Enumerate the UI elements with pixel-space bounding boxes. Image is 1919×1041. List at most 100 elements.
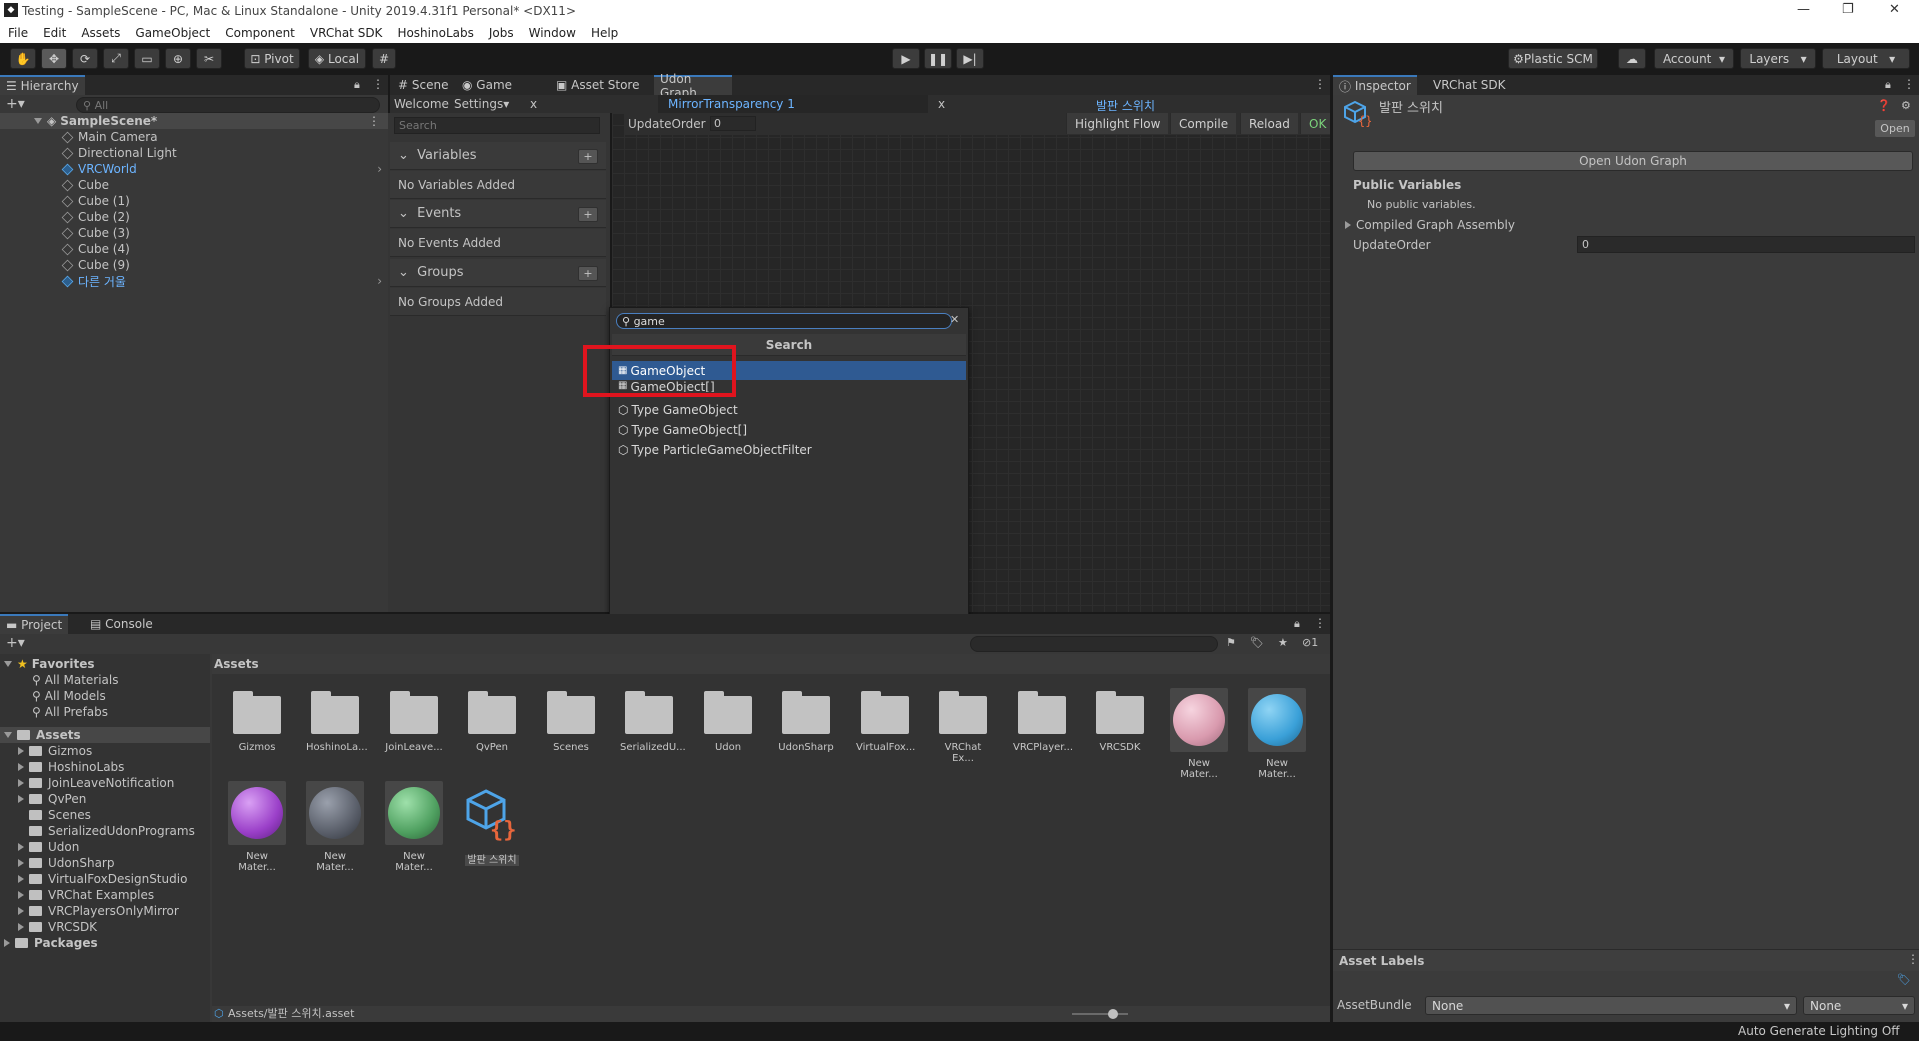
more-menu-icon[interactable]: ⋮ <box>1314 77 1326 91</box>
move-tool-icon[interactable]: ✥ <box>41 48 67 69</box>
menu-help[interactable]: Help <box>591 26 618 40</box>
search-result-item[interactable]: ⬡ Type GameObject[] <box>612 420 966 439</box>
assetbundle-dropdown[interactable]: None ▾ <box>1425 996 1797 1015</box>
rotate-tool-icon[interactable]: ⟳ <box>72 48 98 69</box>
packages-node[interactable]: Packages <box>0 935 210 951</box>
asset-udon-program[interactable]: {} 발판 스위치 <box>463 781 521 866</box>
close-graph-tab-button[interactable]: x <box>938 97 945 111</box>
folder-tree-item[interactable]: VirtualFoxDesignStudio <box>0 871 210 887</box>
folder-tree-item[interactable]: Scenes <box>0 807 210 823</box>
hierarchy-item[interactable]: Main Camera <box>0 129 388 145</box>
asset-folder[interactable]: Gizmos <box>228 691 286 753</box>
custom-tool-icon[interactable]: ✂ <box>196 48 222 69</box>
menu-file[interactable]: File <box>8 26 28 40</box>
asset-material[interactable]: New Mater... <box>1248 688 1306 780</box>
add-group-button[interactable]: + <box>578 266 598 281</box>
layout-dropdown[interactable]: Layout ▾ <box>1822 48 1910 69</box>
hierarchy-item-prefab[interactable]: 다른 거울 › <box>0 273 388 289</box>
events-section-header[interactable]: ⌄ Events + <box>390 200 606 228</box>
tab-hierarchy[interactable]: ☰ Hierarchy <box>0 75 85 95</box>
settings-dropdown[interactable]: Settings▾ <box>454 97 509 111</box>
hand-tool-icon[interactable]: ✋ <box>10 48 36 69</box>
menu-component[interactable]: Component <box>225 26 295 40</box>
asset-folder[interactable]: Udon <box>699 691 757 753</box>
asset-material[interactable]: New Mater... <box>228 781 286 873</box>
hierarchy-item[interactable]: Cube (3) <box>0 225 388 241</box>
asset-folder[interactable]: VRChat Ex... <box>934 691 992 764</box>
tab-game[interactable]: ◉ Game <box>456 75 518 95</box>
update-order-field[interactable]: 0 <box>1577 236 1915 253</box>
tab-asset-store[interactable]: ▣ Asset Store <box>550 75 646 95</box>
pivot-toggle[interactable]: ⊡ Pivot <box>244 48 300 69</box>
hierarchy-search-input[interactable]: ⚲ All <box>76 97 380 113</box>
create-add-button[interactable]: +▾ <box>6 635 25 651</box>
lock-icon[interactable]: 🔒︎ <box>1294 617 1300 631</box>
folder-tree-item[interactable]: UdonSharp <box>0 855 210 871</box>
asset-folder[interactable]: VRCSDK <box>1091 691 1149 753</box>
scale-tool-icon[interactable]: ⤢ <box>103 48 129 69</box>
local-toggle[interactable]: ◈ Local <box>308 48 366 69</box>
asset-folder[interactable]: Scenes <box>542 691 600 753</box>
variables-section-header[interactable]: ⌄ Variables + <box>390 142 606 170</box>
project-search-input[interactable] <box>970 636 1218 652</box>
menu-gameobject[interactable]: GameObject <box>135 26 210 40</box>
folder-tree-item[interactable]: VRCSDK <box>0 919 210 935</box>
search-result-item[interactable]: ⬡ Type GameObject <box>612 400 966 419</box>
more-menu-icon[interactable]: ⋮ <box>372 77 384 91</box>
folder-tree-item[interactable]: JoinLeaveNotification <box>0 775 210 791</box>
tab-inspector[interactable]: ⓘ Inspector <box>1333 75 1417 95</box>
more-menu-icon[interactable]: ⋮ <box>1907 952 1919 966</box>
menu-window[interactable]: Window <box>529 26 576 40</box>
ok-button[interactable]: OK <box>1300 113 1330 134</box>
restore-button[interactable]: ❐ <box>1842 2 1854 17</box>
settings-icon[interactable]: ⚙ <box>1901 99 1911 112</box>
rect-tool-icon[interactable]: ▭ <box>134 48 160 69</box>
asset-folder[interactable]: JoinLeave... <box>385 691 443 753</box>
asset-material[interactable]: New Mater... <box>385 781 443 873</box>
more-menu-icon[interactable]: ⋮ <box>1314 616 1326 630</box>
transform-tool-icon[interactable]: ⊕ <box>165 48 191 69</box>
hierarchy-item[interactable]: Cube (9) <box>0 257 388 273</box>
tab-scene[interactable]: # Scene <box>392 75 454 95</box>
menu-hoshinolabs[interactable]: HoshinoLabs <box>397 26 473 40</box>
asset-folder[interactable]: UdonSharp <box>777 691 835 753</box>
groups-section-header[interactable]: ⌄ Groups + <box>390 259 606 287</box>
udon-search-input[interactable]: Search <box>394 117 600 134</box>
folder-tree-item[interactable]: Udon <box>0 839 210 855</box>
hierarchy-item[interactable]: Directional Light <box>0 145 388 161</box>
open-button[interactable]: Open <box>1875 120 1915 137</box>
lock-icon[interactable]: 🔒︎ <box>354 78 360 92</box>
favorites-node[interactable]: ★ Favorites <box>0 656 210 672</box>
add-event-button[interactable]: + <box>578 207 598 222</box>
menu-jobs[interactable]: Jobs <box>489 26 514 40</box>
create-add-button[interactable]: +▾ <box>6 96 25 112</box>
asset-folder[interactable]: VirtualFox... <box>856 691 915 753</box>
reload-button[interactable]: Reload <box>1240 113 1298 134</box>
folder-tree-item[interactable]: SerializedUdonPrograms <box>0 823 210 839</box>
account-dropdown[interactable]: Account ▾ <box>1654 48 1734 69</box>
pause-button[interactable]: ❚❚ <box>924 48 952 69</box>
asset-folder[interactable]: HoshinoLa... <box>306 691 368 753</box>
layers-dropdown[interactable]: Layers ▾ <box>1740 48 1816 69</box>
play-button[interactable]: ▶ <box>892 48 920 69</box>
open-udon-graph-button[interactable]: Open Udon Graph <box>1353 151 1913 171</box>
tab-project[interactable]: ▬ Project <box>0 614 69 634</box>
search-by-type-icon[interactable]: ⚑ <box>1226 636 1236 649</box>
grid-snap-icon[interactable]: # <box>372 48 396 69</box>
menu-vrchat-sdk[interactable]: VRChat SDK <box>310 26 383 40</box>
node-search-input[interactable]: ⚲ game <box>616 313 952 329</box>
favorite-item[interactable]: ⚲ All Prefabs <box>0 704 210 720</box>
cloud-button[interactable]: ☁ <box>1618 48 1646 69</box>
hidden-packages-toggle[interactable]: ⊘1 <box>1302 636 1318 649</box>
assets-root-node[interactable]: Assets <box>0 727 210 743</box>
close-tab-button[interactable]: x <box>530 97 537 111</box>
minimize-button[interactable]: — <box>1797 2 1810 17</box>
asset-material[interactable]: New Mater... <box>1170 688 1228 780</box>
menu-edit[interactable]: Edit <box>43 26 66 40</box>
asset-folder[interactable]: SerializedU... <box>620 691 686 753</box>
hierarchy-item[interactable]: Cube (1) <box>0 193 388 209</box>
hierarchy-item-prefab[interactable]: VRCWorld › <box>0 161 388 177</box>
lock-icon[interactable]: 🔒︎ <box>1885 78 1891 92</box>
welcome-button[interactable]: Welcome <box>394 97 449 111</box>
chevron-right-icon[interactable]: › <box>377 162 382 176</box>
